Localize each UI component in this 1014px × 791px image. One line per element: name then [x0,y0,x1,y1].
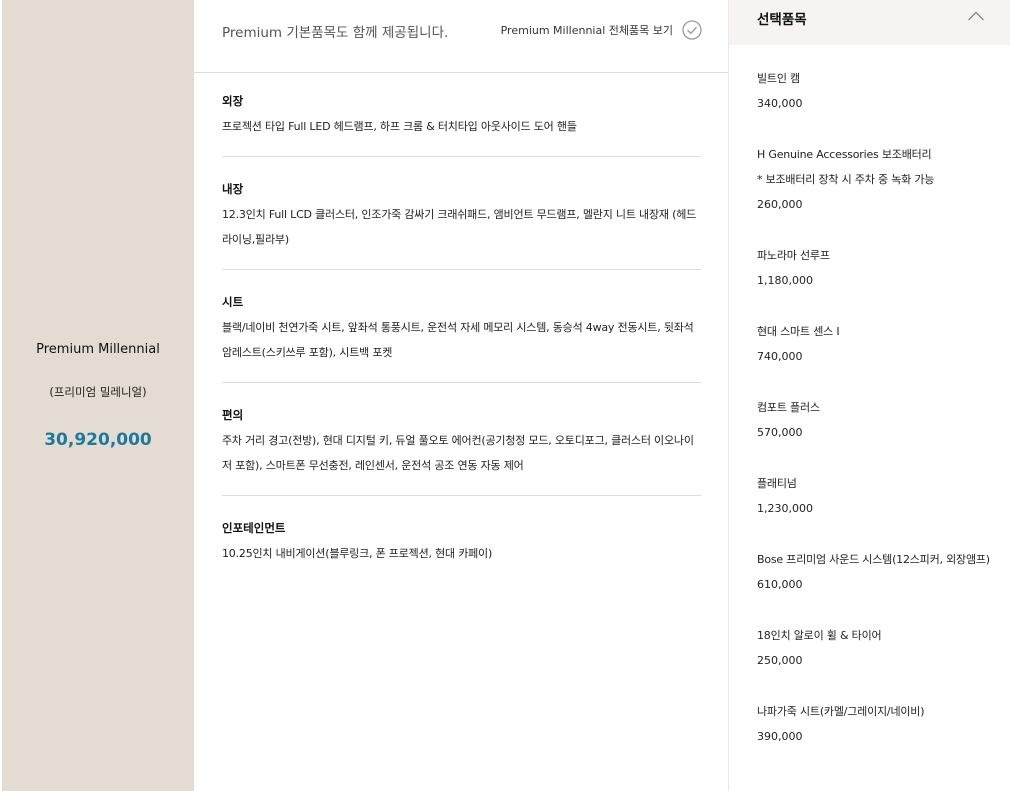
option-item: Bose 프리미엄 사운드 시스템(12스피커, 외장앰프) 610,000 [757,547,997,597]
basic-items-list: 외장 프로젝션 타입 Full LED 헤드램프, 하프 크롬 & 터치타입 아… [222,92,701,606]
section-description: 블랙/네이비 천연가죽 시트, 앞좌석 통풍시트, 운전석 자세 메모리 시스템… [222,321,694,359]
option-name: 현대 스마트 센스 Ⅰ [757,325,840,338]
section-description: 12.3인치 Full LCD 클러스터, 인조가죽 감싸기 크래쉬패드, 앰비… [222,208,697,246]
option-name: 플래티넘 [757,477,797,490]
section-description: 주차 거리 경고(전방), 현대 디지털 키, 듀얼 풀오토 에어컨(공기청정 … [222,434,694,472]
section-seats: 시트 블랙/네이비 천연가죽 시트, 앞좌석 통풍시트, 운전석 자세 메모리 … [222,293,701,383]
section-title: 시트 [222,295,244,309]
option-item: 플래티넘 1,230,000 [757,471,997,521]
option-name: 컴포트 플러스 [757,401,820,414]
option-item: 나파가죽 시트(카멜/그레이지/네이비) 390,000 [757,699,997,749]
option-price: 390,000 [757,730,803,743]
view-all-items-button[interactable]: Premium Millennial 전체품목 보기 [501,20,702,40]
option-item: 빌트인 캠 340,000 [757,66,997,116]
trim-subname: (프리미엄 밀레니얼) [49,385,147,399]
trim-detail-page: Premium Millennial (프리미엄 밀레니얼) 30,920,00… [0,0,1014,791]
section-convenience: 편의 주차 거리 경고(전방), 현대 디지털 키, 듀얼 풀오토 에어컨(공기… [222,406,701,496]
option-name: 파노라마 선루프 [757,249,830,262]
option-price: 610,000 [757,578,803,591]
option-item: 현대 스마트 센스 Ⅰ 740,000 [757,319,997,369]
trim-name: Premium Millennial [36,342,160,357]
option-price: 740,000 [757,350,803,363]
section-title: 외장 [222,94,244,108]
section-title: 인포테인먼트 [222,521,286,535]
trim-summary-panel: Premium Millennial (프리미엄 밀레니얼) 30,920,00… [2,0,194,791]
basic-items-header: Premium 기본품목도 함께 제공됩니다. Premium Millenni… [194,0,728,73]
option-price: 260,000 [757,198,803,211]
option-price: 340,000 [757,97,803,110]
options-panel: 선택품목 빌트인 캠 340,000 H Genuine Accessories… [728,0,1010,791]
section-description: 10.25인치 내비게이션(블루링크, 폰 프로젝션, 현대 카페이) [222,547,493,560]
section-title: 편의 [222,408,244,422]
option-name: H Genuine Accessories 보조배터리 [757,148,932,161]
option-item: 18인치 알로이 휠 & 타이어 250,000 [757,623,997,673]
option-name: 빌트인 캠 [757,72,800,85]
option-price: 1,180,000 [757,274,813,287]
basic-items-note: Premium 기본품목도 함께 제공됩니다. [222,25,449,41]
option-price: 1,230,000 [757,502,813,515]
section-interior: 내장 12.3인치 Full LCD 클러스터, 인조가죽 감싸기 크래쉬패드,… [222,180,701,270]
section-title: 내장 [222,182,244,196]
check-circle-icon [682,20,702,40]
options-list: 빌트인 캠 340,000 H Genuine Accessories 보조배터… [757,66,997,775]
options-panel-header[interactable]: 선택품목 [729,0,1010,45]
section-exterior: 외장 프로젝션 타입 Full LED 헤드램프, 하프 크롬 & 터치타입 아… [222,92,701,157]
option-name: 나파가죽 시트(카멜/그레이지/네이비) [757,705,925,718]
option-price: 250,000 [757,654,803,667]
option-price: 570,000 [757,426,803,439]
basic-items-panel: Premium 기본품목도 함께 제공됩니다. Premium Millenni… [194,0,728,791]
section-description: 프로젝션 타입 Full LED 헤드램프, 하프 크롬 & 터치타입 아웃사이… [222,120,577,133]
option-name: 18인치 알로이 휠 & 타이어 [757,629,882,642]
section-infotainment: 인포테인먼트 10.25인치 내비게이션(블루링크, 폰 프로젝션, 현대 카페… [222,519,701,583]
option-item: H Genuine Accessories 보조배터리 * 보조배터리 장착 시… [757,142,997,217]
option-name: Bose 프리미엄 사운드 시스템(12스피커, 외장앰프) [757,553,990,566]
view-all-items-label: Premium Millennial 전체품목 보기 [500,24,673,37]
option-note: * 보조배터리 장착 시 주차 중 녹화 가능 [757,173,935,186]
option-item: 파노라마 선루프 1,180,000 [757,243,997,293]
option-item: 컴포트 플러스 570,000 [757,395,997,445]
trim-price: 30,920,000 [44,430,152,450]
options-panel-title: 선택품목 [757,12,807,28]
chevron-up-icon[interactable] [967,10,985,22]
